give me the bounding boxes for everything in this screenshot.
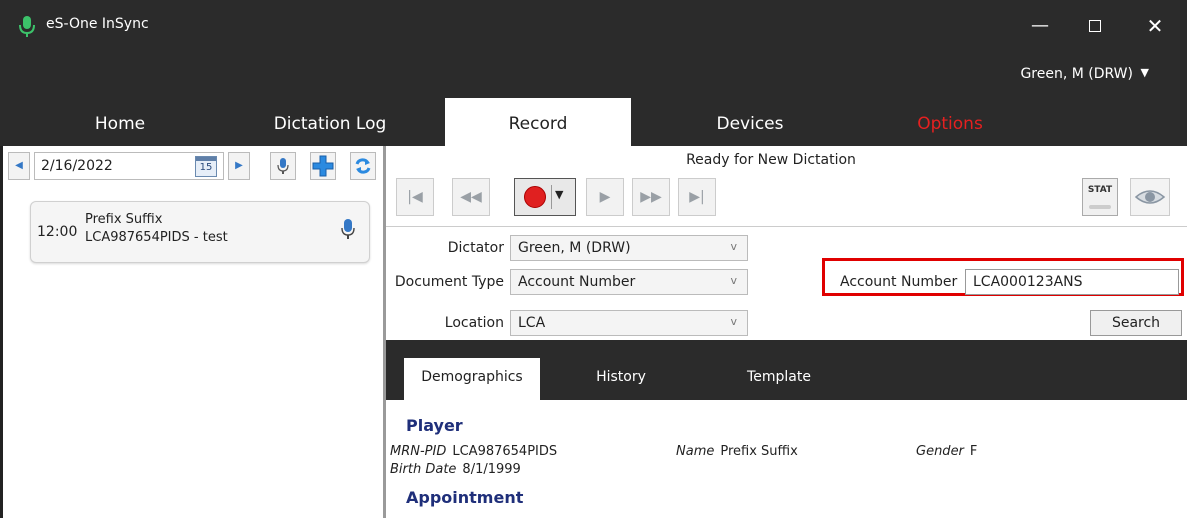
tab-template[interactable]: Template: [734, 358, 824, 400]
microphone-icon: [341, 219, 355, 239]
appointment-section-title: Appointment: [406, 488, 524, 507]
maximize-icon: [1089, 20, 1101, 32]
location-value: LCA: [518, 315, 546, 331]
name-field: Name Prefix Suffix: [676, 444, 798, 459]
microphone-app-icon: [19, 16, 35, 37]
tab-record[interactable]: Record: [445, 98, 631, 146]
dictation-time: 12:00: [37, 224, 78, 240]
tab-demographics[interactable]: Demographics: [404, 358, 540, 400]
dictation-subtitle: LCA987654PIDS - test: [85, 230, 228, 245]
tab-dictation-log[interactable]: Dictation Log: [260, 98, 400, 146]
skip-end-icon: ▶|: [689, 189, 705, 205]
preview-button[interactable]: [1130, 178, 1170, 216]
stat-button[interactable]: STAT: [1082, 178, 1118, 216]
chevron-down-icon: v: [730, 240, 737, 253]
player-section-title: Player: [406, 416, 463, 435]
main-tabs: Home Dictation Log Record Devices Option…: [0, 98, 1187, 146]
record-status: Ready for New Dictation: [686, 152, 856, 168]
fast-forward-button[interactable]: ▶▶: [632, 178, 670, 216]
dictator-value: Green, M (DRW): [518, 240, 631, 256]
play-icon: ▶: [599, 189, 611, 205]
dictation-list-panel: ◀ 2/16/2022 15 ▶ 12:00 Prefix Suffix LCA…: [3, 146, 383, 518]
stat-label: STAT: [1087, 185, 1113, 195]
record-panel: Ready for New Dictation |◀ ◀◀ ▼ ▶ ▶▶ ▶| …: [386, 146, 1187, 518]
tab-home[interactable]: Home: [60, 98, 180, 146]
location-label: Location: [444, 315, 504, 331]
user-menu[interactable]: Green, M (DRW): [1020, 66, 1133, 82]
rewind-button[interactable]: ◀◀: [452, 178, 490, 216]
document-type-label: Document Type: [394, 274, 504, 290]
previous-day-button[interactable]: ◀: [8, 152, 30, 180]
tab-history[interactable]: History: [576, 358, 666, 400]
document-type-value: Account Number: [518, 274, 636, 290]
rewind-icon: ◀◀: [460, 189, 482, 205]
gender-field: Gender F: [916, 444, 978, 459]
add-dictation-button[interactable]: [310, 152, 336, 180]
chevron-down-icon: v: [730, 274, 737, 287]
refresh-icon: [355, 158, 371, 174]
date-toolbar: ◀ 2/16/2022 15 ▶: [8, 152, 380, 182]
user-menu-caret-icon[interactable]: ▼: [1141, 66, 1149, 79]
document-type-select[interactable]: Account Number v: [510, 269, 748, 295]
calendar-icon[interactable]: 15: [195, 156, 217, 177]
birth-date-field: Birth Date 8/1/1999: [390, 462, 521, 477]
skip-to-end-button[interactable]: ▶|: [678, 178, 716, 216]
next-day-button[interactable]: ▶: [228, 152, 250, 180]
account-number-input[interactable]: LCA000123ANS: [965, 269, 1179, 295]
window-title: eS-One InSync: [46, 16, 149, 32]
dictator-select[interactable]: Green, M (DRW) v: [510, 235, 748, 261]
record-dropdown-icon[interactable]: ▼: [555, 188, 563, 201]
minimize-button[interactable]: —: [1025, 12, 1055, 40]
maximize-button[interactable]: [1080, 12, 1110, 40]
chevron-down-icon: v: [730, 315, 737, 328]
close-button[interactable]: ✕: [1140, 12, 1170, 40]
microphone-icon: [277, 158, 289, 174]
dictator-label: Dictator: [447, 240, 504, 256]
eye-icon: [1134, 190, 1166, 204]
refresh-button[interactable]: [350, 152, 376, 180]
account-number-value: LCA000123ANS: [973, 274, 1083, 290]
date-value: 2/16/2022: [41, 158, 113, 174]
title-bar: eS-One InSync — ✕: [0, 0, 1187, 52]
record-icon: [524, 186, 546, 208]
record-button[interactable]: ▼: [514, 178, 576, 216]
date-picker[interactable]: 2/16/2022 15: [34, 152, 224, 180]
user-bar: Green, M (DRW) ▼: [0, 52, 1187, 98]
microphone-filter-button[interactable]: [270, 152, 296, 180]
mrn-field: MRN-PID LCA987654PIDS: [390, 444, 558, 459]
detail-tabs: Demographics History Template: [386, 340, 1187, 400]
skip-start-icon: |◀: [407, 189, 423, 205]
tab-options[interactable]: Options: [890, 98, 1010, 146]
account-number-label: Account Number: [840, 274, 958, 290]
plus-icon: [312, 155, 334, 177]
location-select[interactable]: LCA v: [510, 310, 748, 336]
search-button[interactable]: Search: [1090, 310, 1182, 336]
tab-devices[interactable]: Devices: [690, 98, 810, 146]
skip-to-start-button[interactable]: |◀: [396, 178, 434, 216]
dictation-patient-name: Prefix Suffix: [85, 212, 163, 227]
fast-forward-icon: ▶▶: [640, 189, 662, 205]
play-button[interactable]: ▶: [586, 178, 624, 216]
dictation-list-item[interactable]: 12:00 Prefix Suffix LCA987654PIDS - test: [30, 201, 370, 263]
